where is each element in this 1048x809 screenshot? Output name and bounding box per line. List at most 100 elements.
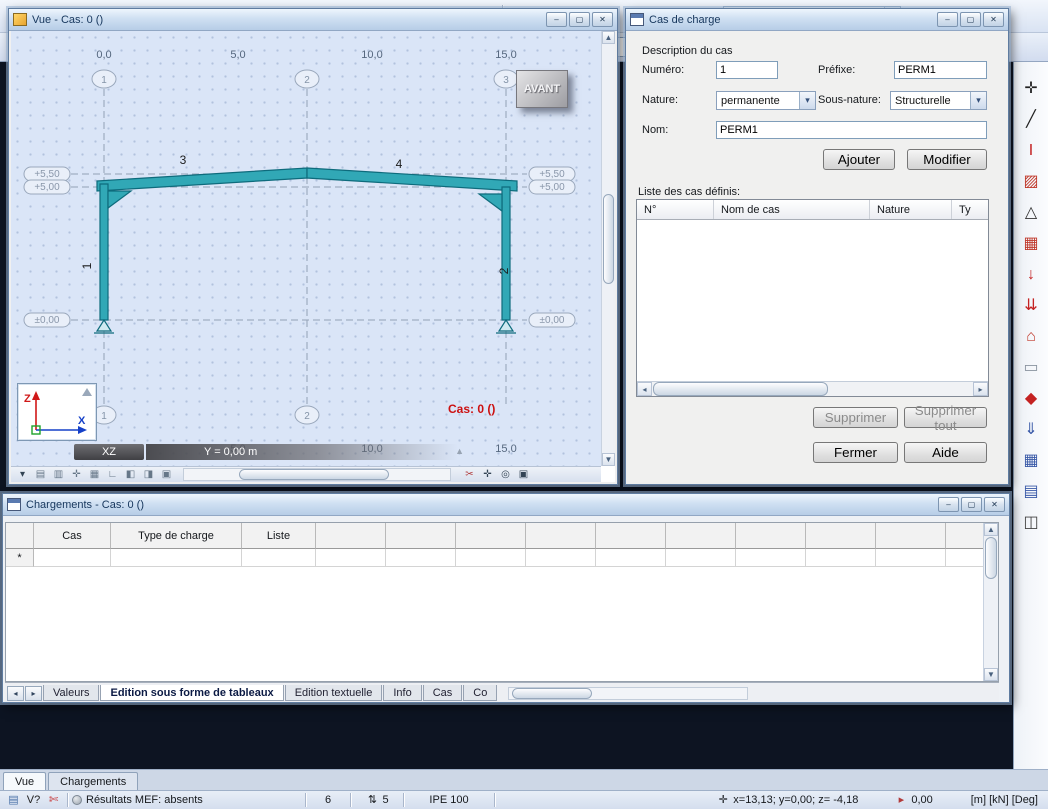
supprimer-tout-button[interactable]: Supprimer tout	[904, 403, 987, 433]
close-icon[interactable]: ✕	[592, 12, 613, 27]
column-header[interactable]: Type de charge	[111, 523, 242, 549]
minimize-icon[interactable]: –	[938, 497, 959, 512]
defined-cases-table[interactable]: N° Nom de cas Nature Ty	[636, 199, 989, 397]
structure-canvas[interactable]: 0,0 5,0 10,0 15,0 5,0 10,0 15,0	[11, 31, 601, 466]
tab-combinaisons[interactable]: Co	[463, 685, 498, 701]
maximize-icon[interactable]: ▢	[569, 12, 590, 27]
cut-mode-icon[interactable]: ✄	[44, 793, 63, 808]
counter-nodes[interactable]: 6	[310, 794, 346, 806]
bar-load-icon[interactable]: ⇊	[1017, 293, 1045, 319]
minimize-icon[interactable]: –	[937, 12, 958, 27]
new-row[interactable]: *	[6, 549, 998, 567]
aide-button[interactable]: Aide	[904, 442, 987, 463]
cases-table-hscrollbar[interactable]	[637, 381, 988, 396]
nodes-icon[interactable]: ✛	[1017, 76, 1045, 102]
ajouter-button[interactable]: Ajouter	[823, 149, 895, 170]
sections-icon[interactable]: I	[1017, 138, 1045, 164]
maximize-icon[interactable]: ▢	[961, 497, 982, 512]
front-view-button[interactable]: AVANT	[516, 70, 568, 108]
clip-view-icon[interactable]: ✂	[461, 468, 478, 482]
nom-input[interactable]	[716, 121, 987, 139]
view-vertical-scrollbar[interactable]	[601, 31, 615, 466]
tab-cas[interactable]: Cas	[422, 685, 463, 701]
select-mode-icon[interactable]: ▤	[4, 793, 23, 808]
tables-icon[interactable]: ▦	[1017, 448, 1045, 474]
counter-bars[interactable]: ⇅ 5	[355, 793, 399, 808]
scroll-left-icon[interactable]	[637, 382, 652, 396]
load-table-icon[interactable]: ⇓	[1017, 417, 1045, 443]
view-horizontal-scrollbar[interactable]	[183, 468, 451, 481]
panels-icon[interactable]: ▨	[1017, 169, 1045, 195]
cell[interactable]	[34, 549, 111, 567]
grid-table-icon[interactable]: ▤	[1017, 479, 1045, 505]
tab-info[interactable]: Info	[383, 685, 422, 701]
supports-icon[interactable]: △	[1017, 200, 1045, 226]
frame2d-icon[interactable]: ◫	[1017, 510, 1045, 536]
scroll-up-icon[interactable]	[602, 31, 615, 44]
column-header[interactable]: Nature	[870, 200, 952, 219]
view-window-titlebar[interactable]: Vue - Cas: 0 () – ▢ ✕	[9, 9, 617, 31]
results-status[interactable]: Résultats MEF: absents	[86, 794, 301, 806]
scrollbar-thumb[interactable]	[653, 382, 828, 396]
numero-input[interactable]	[716, 61, 778, 79]
dialog-titlebar[interactable]: Cas de charge – ▢ ✕	[626, 9, 1008, 31]
cell[interactable]	[242, 549, 316, 567]
prefixe-input[interactable]	[894, 61, 987, 79]
loads-panel-window[interactable]: Chargements - Cas: 0 () – ▢ ✕ Cas Type de …	[2, 493, 1010, 703]
cell[interactable]	[111, 549, 242, 567]
tab-next-icon[interactable]: ▸	[25, 685, 42, 701]
loads-table[interactable]: Cas Type de charge Liste *	[5, 522, 999, 682]
dimension-icon[interactable]: ▭	[1017, 355, 1045, 381]
tab-valeurs[interactable]: Valeurs	[43, 685, 100, 701]
column-header[interactable]: Liste	[242, 523, 316, 549]
view-window[interactable]: Vue - Cas: 0 () – ▢ ✕ 0,0 5,0 10,0 15,0 …	[8, 8, 618, 485]
scrollbar-thumb[interactable]	[985, 537, 997, 579]
render-mode-icon[interactable]: ◧	[122, 468, 139, 482]
tabs-hscrollbar[interactable]	[508, 686, 749, 700]
minimize-icon[interactable]: –	[546, 12, 567, 27]
mesh-icon[interactable]: ▦	[1017, 231, 1045, 257]
close-icon[interactable]: ✕	[983, 12, 1004, 27]
shadow-icon[interactable]: ◨	[140, 468, 157, 482]
verify-icon[interactable]: V?	[24, 793, 43, 808]
column-header[interactable]: N°	[637, 200, 714, 219]
center-view-icon[interactable]: ✛	[479, 468, 496, 482]
fermer-button[interactable]: Fermer	[813, 442, 898, 463]
full-view-icon[interactable]: ◎	[497, 468, 514, 482]
tab-chargements[interactable]: Chargements	[48, 772, 139, 790]
axes-icon[interactable]: ∟	[104, 468, 121, 482]
attributes-icon[interactable]: ▣	[158, 468, 175, 482]
maximize-icon[interactable]: ▢	[960, 12, 981, 27]
supprimer-button[interactable]: Supprimer	[813, 407, 898, 428]
column-header[interactable]: Ty	[952, 200, 988, 219]
display-filter-icon[interactable]: ▤	[32, 468, 49, 482]
sous-nature-select[interactable]: Structurelle	[890, 91, 987, 110]
moving-load-icon[interactable]: ◆	[1017, 386, 1045, 412]
bars-icon[interactable]: ╱	[1017, 107, 1045, 133]
units-indicator[interactable]: [m] [kN] [Deg]	[971, 794, 1038, 806]
tab-edition-tableaux[interactable]: Edition sous forme de tableaux	[100, 685, 284, 701]
column-header[interactable]: Nom de cas	[714, 200, 870, 219]
tab-edition-textuelle[interactable]: Edition textuelle	[284, 685, 383, 701]
chevron-down-icon[interactable]	[799, 92, 815, 109]
scroll-right-icon[interactable]	[973, 382, 988, 396]
nature-select[interactable]: permanente	[716, 91, 816, 110]
tab-prev-icon[interactable]: ◂	[7, 685, 24, 701]
chevron-down-icon[interactable]	[970, 92, 986, 109]
close-icon[interactable]: ✕	[984, 497, 1005, 512]
scrollbar-thumb[interactable]	[239, 469, 389, 480]
scroll-down-icon[interactable]	[984, 668, 998, 681]
surface-load-icon[interactable]: ⌂	[1017, 324, 1045, 350]
load-case-dialog[interactable]: Cas de charge – ▢ ✕ Description du cas Num…	[625, 8, 1009, 485]
current-section[interactable]: IPE 100	[408, 794, 490, 806]
tab-vue[interactable]: Vue	[3, 772, 47, 790]
layers-icon[interactable]: ▥	[50, 468, 67, 482]
capture-view-icon[interactable]: ▣	[515, 468, 532, 482]
scrollbar-thumb[interactable]	[603, 194, 614, 284]
scrollbar-thumb[interactable]	[512, 687, 593, 699]
loads-panel-titlebar[interactable]: Chargements - Cas: 0 () – ▢ ✕	[3, 494, 1009, 516]
modifier-button[interactable]: Modifier	[907, 149, 987, 170]
column-header[interactable]: Cas	[34, 523, 111, 549]
grid-icon[interactable]: ▦	[86, 468, 103, 482]
scroll-up-icon[interactable]	[984, 523, 998, 536]
